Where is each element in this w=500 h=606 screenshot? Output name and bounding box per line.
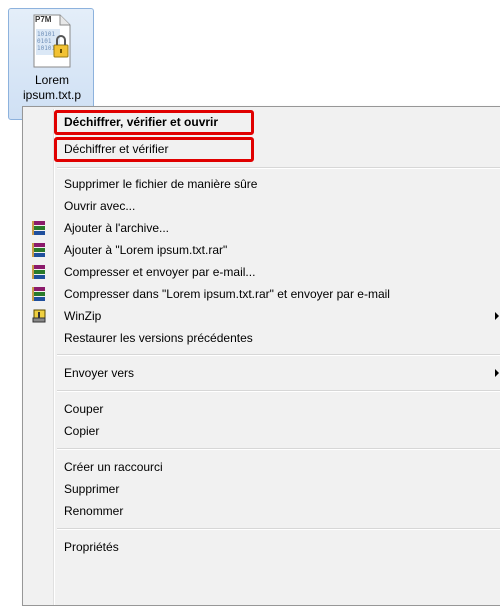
menu-item-label: Ajouter à l'archive...	[64, 221, 170, 235]
menu-item-label: Supprimer le fichier de manière sûre	[64, 177, 258, 191]
winrar-icon	[32, 265, 45, 279]
winrar-icon	[32, 243, 45, 257]
menu-item-label: Ouvrir avec...	[64, 199, 136, 213]
menu-item-label: Envoyer vers	[64, 366, 135, 380]
menu-item-label: Ajouter à "Lorem ipsum.txt.rar"	[64, 243, 228, 257]
svg-text:10101: 10101	[37, 45, 55, 52]
menu-item-winzip[interactable]: WinZip	[25, 305, 500, 327]
menu-item-label: Compresser et envoyer par e-mail...	[64, 265, 256, 279]
menu-separator	[57, 448, 500, 450]
file-name-line-1: Lorem	[34, 73, 69, 87]
menu-item-rename[interactable]: Renommer	[25, 500, 500, 522]
highlight-box-2	[54, 137, 254, 162]
menu-item-label: Propriétés	[64, 540, 119, 554]
menu-item-label: Compresser dans "Lorem ipsum.txt.rar" et…	[64, 287, 390, 301]
file-icon-tile[interactable]: 10101 0101 10101 P7M Lorem ipsum.txt.p	[8, 8, 94, 120]
svg-text:0101: 0101	[37, 38, 52, 45]
winrar-icon	[32, 221, 45, 235]
menu-item-label: Couper	[64, 402, 104, 416]
menu-item-label: Créer un raccourci	[64, 460, 163, 474]
menu-separator	[57, 354, 500, 356]
menu-item-label: Supprimer	[64, 482, 120, 496]
file-type-badge: P7M	[35, 15, 52, 24]
menu-item-create-shortcut[interactable]: Créer un raccourci	[25, 456, 500, 478]
menu-separator	[57, 167, 500, 169]
menu-item-cut[interactable]: Couper	[25, 398, 500, 420]
file-name-line-2: ipsum.txt.p	[22, 88, 82, 102]
menu-item-delete[interactable]: Supprimer	[25, 478, 500, 500]
menu-item-secure-delete[interactable]: Supprimer le fichier de manière sûre	[25, 173, 500, 195]
svg-text:10101: 10101	[37, 31, 55, 38]
menu-item-label: Renommer	[64, 504, 124, 518]
file-name: Lorem ipsum.txt.p	[9, 73, 95, 103]
context-menu: Déchiffrer, vérifier et ouvrir Déchiffre…	[22, 106, 500, 606]
menu-item-compress-rar-email[interactable]: Compresser dans "Lorem ipsum.txt.rar" et…	[25, 283, 500, 305]
menu-item-properties[interactable]: Propriétés	[25, 536, 500, 558]
menu-item-label: Copier	[64, 424, 100, 438]
menu-item-add-to-rar[interactable]: Ajouter à "Lorem ipsum.txt.rar"	[25, 239, 500, 261]
menu-item-add-to-archive[interactable]: Ajouter à l'archive...	[25, 217, 500, 239]
menu-item-label: WinZip	[64, 309, 102, 323]
winzip-icon	[32, 309, 46, 323]
menu-item-copy[interactable]: Copier	[25, 420, 500, 442]
menu-item-label: Restaurer les versions précédentes	[64, 331, 253, 345]
menu-item-compress-email[interactable]: Compresser et envoyer par e-mail...	[25, 261, 500, 283]
winrar-icon	[32, 287, 45, 301]
menu-item-open-with[interactable]: Ouvrir avec...	[25, 195, 500, 217]
submenu-arrow-icon	[495, 312, 499, 320]
menu-item-restore-versions[interactable]: Restaurer les versions précédentes	[25, 327, 500, 349]
menu-separator	[57, 528, 500, 530]
submenu-arrow-icon	[495, 369, 499, 377]
menu-separator	[57, 390, 500, 392]
highlight-box-1	[54, 110, 254, 135]
menu-item-send-to[interactable]: Envoyer vers	[25, 362, 500, 384]
